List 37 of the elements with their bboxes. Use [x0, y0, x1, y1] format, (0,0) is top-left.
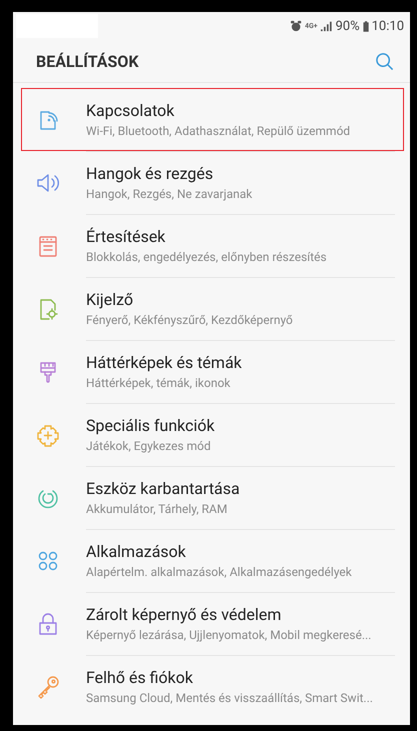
item-title: Háttérképek és témák	[86, 353, 242, 372]
item-subtitle: Alapértelm. alkalmazások, Alkalmazásengedélyek	[86, 565, 352, 579]
item-title: Alkalmazások	[86, 542, 187, 561]
search-icon[interactable]	[375, 52, 394, 70]
item-subtitle: Játékok, Egykezes mód	[86, 439, 212, 453]
item-title: Kijelző	[86, 290, 134, 309]
page-title: BEÁLLÍTÁSOK	[36, 52, 139, 70]
alarm-icon	[290, 20, 302, 32]
item-title: Speciális funkciók	[86, 416, 215, 435]
settings-item[interactable]: Kijelző Fényerő, Kékfényszűrő, Kezdőképernyő	[21, 277, 404, 340]
clock: 10:10	[372, 18, 404, 34]
item-subtitle: Hangok, Rezgés, Ne zavarjanak	[86, 187, 252, 201]
item-title: Kapcsolatok	[86, 101, 176, 120]
settings-item[interactable]: Értesítések Blokkolás, engedélyezés, előnyben részesítés	[21, 214, 404, 277]
item-subtitle: Wi-Fi, Bluetooth, Adathasználat, Repülő üzemmód	[86, 124, 350, 138]
item-subtitle: Képernyő lezárása, Ujjlenyomatok, Mobil megkeresé...	[86, 628, 372, 642]
signal-icon	[320, 20, 332, 32]
item-subtitle: Fényerő, Kékfényszűrő, Kezdőképernyő	[86, 313, 293, 327]
item-title: Felhő és fiókok	[86, 668, 194, 687]
settings-item[interactable]: Zárolt képernyő és védelem Képernyő lezárása, Ujjlenyomatok, Mobil megkeresé...	[21, 592, 404, 655]
battery-icon	[362, 20, 369, 32]
item-title: Zárolt képernyő és védelem	[86, 605, 282, 624]
settings-item[interactable]: Alkalmazások Alapértelm. alkalmazások, Alkalmazásengedélyek	[21, 529, 404, 592]
settings-item[interactable]: Speciális funkciók Játékok, Egykezes mód	[21, 403, 404, 466]
battery-percent: 90%	[335, 18, 360, 34]
item-subtitle: Blokkolás, engedélyezés, előnyben részesítés	[86, 250, 327, 264]
settings-item[interactable]: Eszköz karbantartása Akkumulátor, Tárhely, RAM	[21, 466, 404, 529]
item-title: Értesítések	[86, 227, 166, 246]
settings-item[interactable]: Háttérképek és témák Háttérképek, témák, ikonok	[21, 340, 404, 403]
item-title: Eszköz karbantartása	[86, 479, 240, 498]
item-subtitle: Samsung Cloud, Mentés és visszaállítás, Smart Swit...	[86, 691, 373, 705]
item-subtitle: Háttérképek, témák, ikonok	[86, 376, 232, 390]
settings-item[interactable]: Kapcsolatok Wi-Fi, Bluetooth, Adathasználat, Repülő üzemmód	[21, 88, 404, 151]
item-subtitle: Akkumulátor, Tárhely, RAM	[86, 502, 228, 516]
settings-item[interactable]: Felhő és fiókok Samsung Cloud, Mentés és visszaállítás, Smart Swit...	[21, 655, 404, 718]
item-title: Hangok és rezgés	[86, 164, 214, 183]
settings-item[interactable]: Hangok és rezgés Hangok, Rezgés, Ne zavarjanak	[21, 151, 404, 214]
